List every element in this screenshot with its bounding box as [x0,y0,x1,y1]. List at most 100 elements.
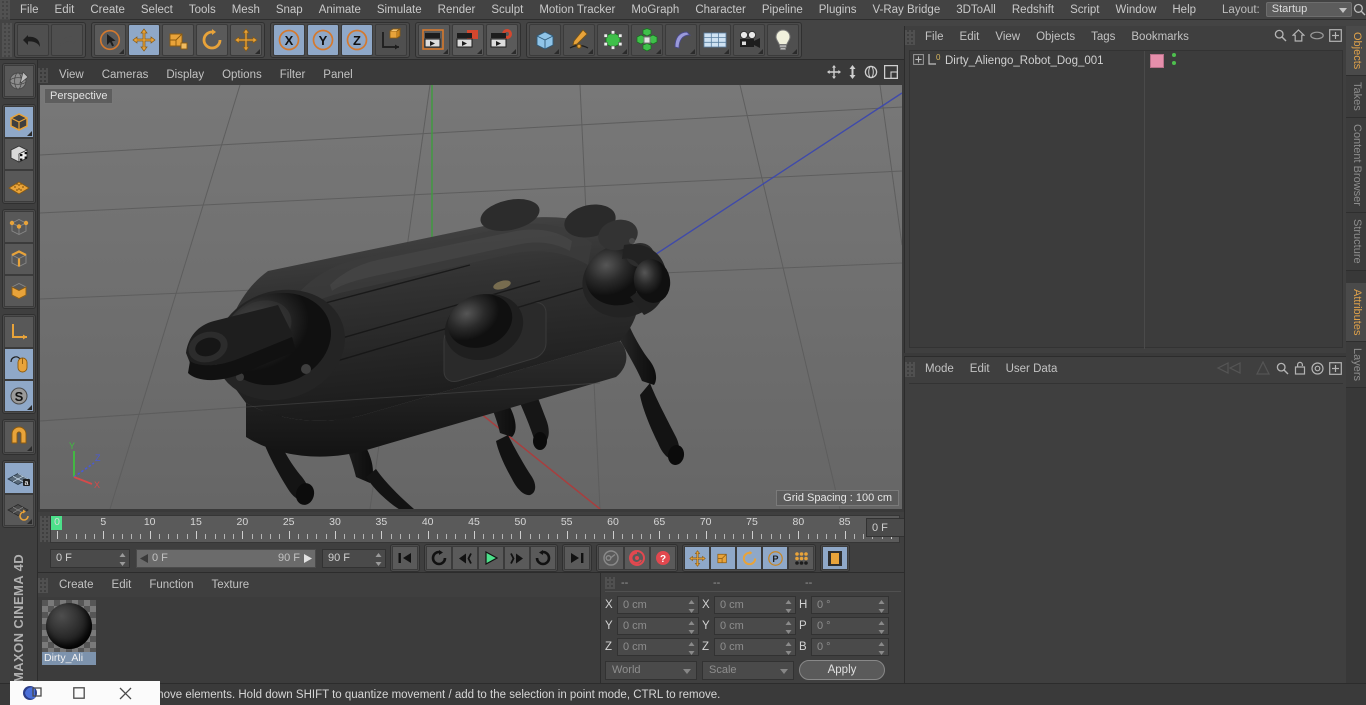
menu-item-function[interactable]: Function [140,575,202,595]
menu-item-objects[interactable]: Objects [1028,26,1083,48]
menu-item-window[interactable]: Window [1107,0,1164,20]
live-selection-button[interactable] [94,23,126,56]
texture-axis-mode-button[interactable] [3,170,34,202]
undo-button[interactable] [17,23,49,56]
home-icon[interactable] [1291,29,1306,45]
next-key-button[interactable] [504,546,530,570]
lock-workplane-button[interactable]: a [3,462,34,494]
y-axis-lock-button[interactable]: Y [307,23,339,56]
timeline-mode-button[interactable] [822,546,848,570]
forward-arrow-icon[interactable] [1255,360,1271,378]
add-array-button[interactable] [631,23,663,56]
rotation-p-input[interactable]: 0 ° [811,617,889,635]
attribute-manager-body[interactable] [909,383,1343,679]
viewport-solo-button[interactable] [3,348,34,380]
transform-mode-dropdown[interactable]: Scale [702,660,794,680]
menu-item-filter[interactable]: Filter [271,65,315,85]
attribute-manager-grip[interactable] [905,361,915,377]
x-axis-lock-button[interactable]: X [273,23,305,56]
menu-item-create[interactable]: Create [50,575,103,595]
coordinates-grip[interactable] [605,577,615,589]
move-axis-button[interactable] [230,23,262,56]
range-left-arrow-icon[interactable] [140,553,148,563]
size-x-input[interactable]: 0 cm [714,596,796,614]
menu-item-tags[interactable]: Tags [1083,26,1123,48]
menu-item-file[interactable]: File [917,26,952,48]
right-tab-objects[interactable]: Objects [1346,26,1366,77]
model-mode-button[interactable] [3,106,34,138]
menu-item-display[interactable]: Display [157,65,213,85]
maximize-window-button[interactable] [56,681,102,705]
spinner-icon[interactable] [119,552,126,566]
go-to-end-button[interactable] [564,546,590,570]
texture-mode-button[interactable] [3,138,34,170]
menu-item-create[interactable]: Create [82,0,133,20]
spinner-icon[interactable] [785,621,792,634]
position-z-input[interactable]: 0 cm [617,638,699,656]
scale-tool-button[interactable] [162,23,194,56]
back-arrow-icon[interactable] [1216,361,1250,378]
spinner-icon[interactable] [375,552,382,566]
viewport-grip[interactable] [38,67,48,83]
toolbar-grip[interactable] [2,22,12,57]
z-axis-lock-button[interactable]: Z [341,23,373,56]
play-button[interactable] [478,546,504,570]
add-generator-button[interactable] [597,23,629,56]
menu-item-edit[interactable]: Edit [952,26,988,48]
add-camera-button[interactable] [733,23,765,56]
menu-item-animate[interactable]: Animate [311,0,369,20]
go-to-start-button[interactable] [392,546,418,570]
menu-item-panel[interactable]: Panel [314,65,361,85]
material-manager-body[interactable]: Dirty_Ali [38,597,600,683]
size-y-input[interactable]: 0 cm [714,617,796,635]
oval-icon[interactable] [1310,31,1324,43]
rotation-key-button[interactable] [736,546,762,570]
timeline-ruler[interactable]: 051015202530354045505560657075808590 [50,515,900,543]
polygon-mode-button[interactable] [3,275,34,307]
rotation-h-input[interactable]: 0 ° [811,596,889,614]
layout-dropdown[interactable]: Startup [1265,2,1353,17]
menu-item-redshift[interactable]: Redshift [1004,0,1062,20]
enable-snap-s-button[interactable]: S [3,380,34,412]
rotate-tool-button[interactable] [196,23,228,56]
menu-item-plugins[interactable]: Plugins [811,0,865,20]
right-tab-layers[interactable]: Layers [1346,342,1366,389]
expander-icon[interactable] [913,53,924,68]
add-environment-button[interactable] [699,23,731,56]
spinner-icon[interactable] [785,600,792,613]
menu-item-bookmarks[interactable]: Bookmarks [1123,26,1197,48]
add-light-button[interactable] [767,23,799,56]
add-cube-button[interactable] [529,23,561,56]
expand-icon[interactable] [1329,361,1342,378]
point-mode-button[interactable] [3,211,34,243]
current-frame-field[interactable]: 0 F [50,548,130,568]
menu-item-script[interactable]: Script [1062,0,1107,20]
menu-item-v-ray-bridge[interactable]: V-Ray Bridge [864,0,948,20]
restore-window-button[interactable] [10,681,56,705]
menu-item-texture[interactable]: Texture [202,575,258,595]
menu-item-sculpt[interactable]: Sculpt [483,0,531,20]
max-frame-field[interactable]: 90 F [322,548,386,568]
record-active-objects-button[interactable] [598,546,624,570]
autokeying-button[interactable] [624,546,650,570]
spinner-icon[interactable] [688,600,695,613]
viewport-canvas[interactable]: Perspective Grid Spacing : 100 cm Y Z X [40,85,902,509]
spinner-icon[interactable] [785,642,792,655]
scale-key-button[interactable] [710,546,736,570]
menu-item-motion-tracker[interactable]: Motion Tracker [531,0,623,20]
play-forward-loop-button[interactable] [530,546,556,570]
right-tab-structure[interactable]: Structure [1346,212,1366,271]
workplane-rotate-button[interactable] [3,494,34,526]
tag-dots-icon[interactable] [1170,52,1178,69]
play-backward-loop-button[interactable] [426,546,452,570]
menu-item-simulate[interactable]: Simulate [369,0,430,20]
search-icon[interactable] [1274,29,1287,45]
spinner-icon[interactable] [878,600,885,613]
menu-item-view[interactable]: View [50,65,93,85]
spinner-icon[interactable] [878,621,885,634]
menu-item-3dtoall[interactable]: 3DToAll [948,0,1004,20]
add-deformer-button[interactable] [665,23,697,56]
previous-key-button[interactable] [452,546,478,570]
menu-item-tools[interactable]: Tools [181,0,224,20]
menu-item-select[interactable]: Select [133,0,181,20]
